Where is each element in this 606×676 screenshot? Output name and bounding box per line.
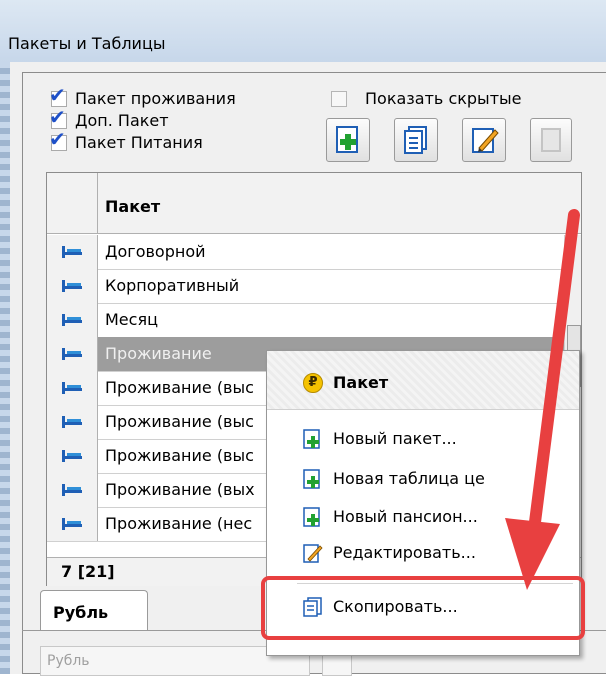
annotation-arrow (505, 209, 580, 590)
packages-window: Пакеты и Таблицы ✔ Пакет проживания ✔ До… (0, 0, 606, 676)
